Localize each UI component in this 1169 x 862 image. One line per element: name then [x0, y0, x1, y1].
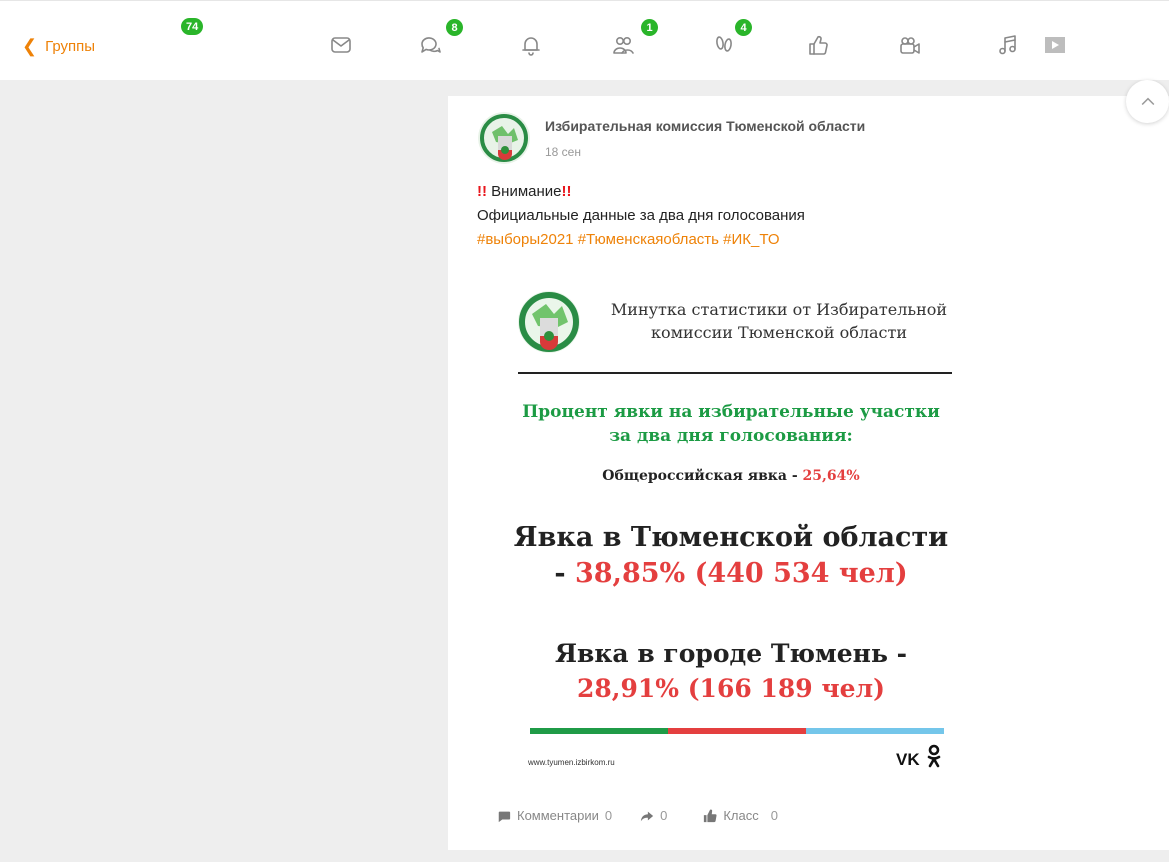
post-text: !! Внимание!! Официальные данные за два …: [477, 180, 805, 252]
friends-icon[interactable]: [610, 32, 636, 58]
site-url: www.tyumen.izbirkom.ru: [528, 758, 615, 767]
shares-count: 0: [660, 808, 668, 823]
share-button[interactable]: 0: [640, 808, 667, 823]
turnout-heading: Процент явки на избирательные участки за…: [484, 400, 978, 448]
back-to-groups-link[interactable]: ❮ Группы: [22, 37, 95, 55]
region-value: 38,85% (440 534 чел): [574, 558, 908, 589]
post-body: Официальные данные за два дня голосовани…: [477, 207, 805, 224]
post-date[interactable]: 18 сен: [545, 145, 581, 159]
friends-badge: 1: [641, 19, 658, 36]
hashtag-link[interactable]: #ИК_ТО: [723, 231, 779, 248]
comments-button[interactable]: Комментарии 0: [497, 808, 612, 823]
like-button[interactable]: Класс 0: [703, 808, 778, 823]
post-image[interactable]: Минутка статистики от Избирательной коми…: [484, 276, 968, 784]
post-author[interactable]: Избирательная комиссия Тюменской области: [545, 118, 865, 134]
discussions-icon[interactable]: [417, 32, 443, 58]
bar-green: [530, 728, 668, 734]
city-value: 28,91% (166 189 чел): [576, 674, 885, 703]
hashtag-link[interactable]: #выборы2021: [477, 231, 574, 248]
guests-badge: 4: [735, 19, 752, 36]
hashtags: #выборы2021 #Тюменскаяобласть #ИК_ТО: [477, 228, 805, 252]
share-icon: [641, 811, 654, 821]
hashtag-link[interactable]: #Тюменскаяобласть: [578, 231, 719, 248]
chevron-up-icon: [1141, 97, 1154, 105]
attention-line: !! Внимание!!: [477, 180, 805, 204]
thumbs-up-icon: [704, 809, 717, 822]
comments-count: 0: [604, 808, 613, 823]
bar-red: [668, 728, 806, 734]
region-label: Явка в Тюменской области: [513, 522, 949, 553]
back-label: Группы: [45, 37, 96, 55]
mail-icon[interactable]: [328, 32, 354, 58]
divider: [518, 372, 952, 374]
video-icon[interactable]: [896, 32, 922, 58]
likes-count: 0: [770, 808, 778, 823]
region-dash: -: [554, 558, 575, 589]
header-line: Минутка статистики от Избирательной: [610, 300, 948, 319]
tricolor-bar: [530, 728, 944, 734]
heading-line: за два дня голосования:: [609, 426, 853, 446]
comment-icon: [498, 811, 511, 822]
bar-blue: [806, 728, 944, 734]
izbirkom-logo: [516, 284, 582, 360]
bell-icon[interactable]: [518, 32, 544, 58]
top-navigation-bar: ❮ Группы 74 8 1 4: [0, 0, 1169, 80]
groups-badge: 74: [181, 18, 204, 35]
like-icon[interactable]: [805, 32, 831, 58]
attention-mark: !!: [477, 183, 487, 200]
comments-label: Комментарии: [517, 808, 599, 823]
chevron-left-icon: ❮: [22, 36, 38, 56]
video-play-icon[interactable]: [1042, 32, 1068, 58]
scroll-top-button[interactable]: [1126, 80, 1169, 123]
region-turnout: Явка в Тюменской области - 38,85% (440 5…: [484, 520, 978, 592]
post-actions: Комментарии 0 0 Класс 0: [497, 808, 778, 823]
heading-line: Процент явки на избирательные участки: [522, 402, 940, 422]
discussions-badge: 8: [446, 19, 463, 36]
header-line: комиссии Тюменской области: [650, 323, 908, 342]
allrussia-turnout: Общероссийская явка - 25,64%: [484, 468, 978, 484]
author-avatar[interactable]: [478, 112, 530, 164]
music-icon[interactable]: [995, 32, 1021, 58]
vk-icon: VK: [896, 750, 920, 769]
attention-mark: !!: [561, 183, 572, 200]
attention-word: Внимание: [491, 183, 562, 200]
infographic-header: Минутка статистики от Избирательной коми…: [592, 298, 966, 344]
allrussia-value: 25,64%: [802, 468, 860, 484]
ok-icon: [927, 744, 941, 770]
allrussia-label: Общероссийская явка -: [602, 468, 803, 484]
left-pane: [0, 80, 448, 862]
city-turnout: Явка в городе Тюмень - 28,91% (166 189 ч…: [484, 636, 978, 706]
likes-label: Класс: [723, 808, 759, 823]
city-label: Явка в городе Тюмень -: [554, 639, 908, 668]
footprints-icon[interactable]: [711, 32, 737, 58]
